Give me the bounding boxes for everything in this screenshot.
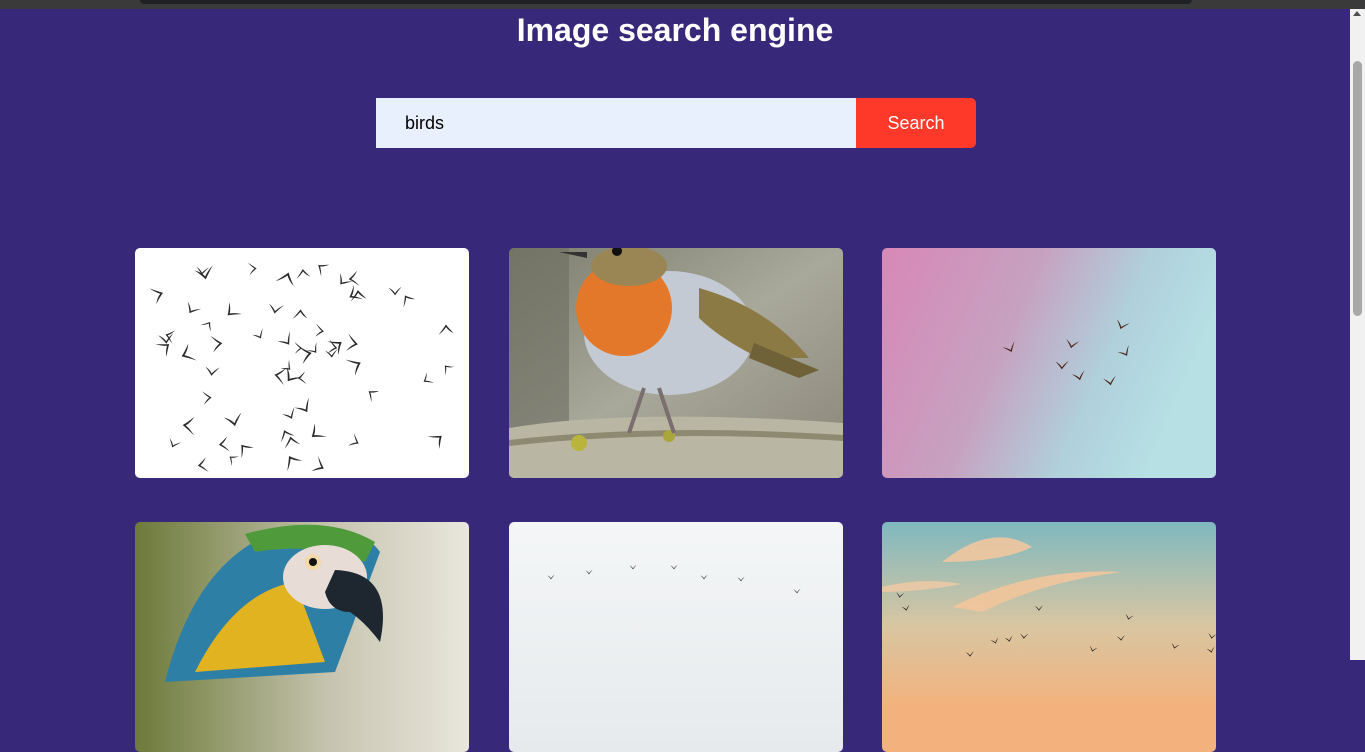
result-image-card[interactable] bbox=[509, 522, 843, 752]
result-image-card[interactable] bbox=[135, 522, 469, 752]
result-image-card[interactable] bbox=[135, 248, 469, 478]
page-title: Image search engine bbox=[516, 12, 834, 48]
browser-address-bar-edge bbox=[140, 0, 1192, 4]
scroll-up-arrow-icon[interactable] bbox=[1353, 11, 1361, 16]
result-image-robin bbox=[509, 248, 843, 478]
page-scrollbar[interactable] bbox=[1350, 9, 1365, 660]
result-image-pastel-sky bbox=[882, 248, 1216, 478]
result-image-macaw bbox=[135, 522, 469, 752]
result-image-formation bbox=[509, 522, 843, 752]
result-image-flock-silhouettes bbox=[135, 248, 469, 478]
result-image-card[interactable] bbox=[882, 522, 1216, 752]
search-form: Search bbox=[376, 98, 976, 148]
result-image-card[interactable] bbox=[509, 248, 843, 478]
search-button[interactable]: Search bbox=[856, 98, 976, 148]
search-input[interactable] bbox=[376, 98, 856, 148]
scroll-thumb[interactable] bbox=[1353, 61, 1362, 316]
result-image-card[interactable] bbox=[882, 248, 1216, 478]
page-body: Image search engine Search bbox=[0, 9, 1350, 752]
result-image-sunset bbox=[882, 522, 1216, 752]
browser-top-strip bbox=[0, 0, 1365, 9]
